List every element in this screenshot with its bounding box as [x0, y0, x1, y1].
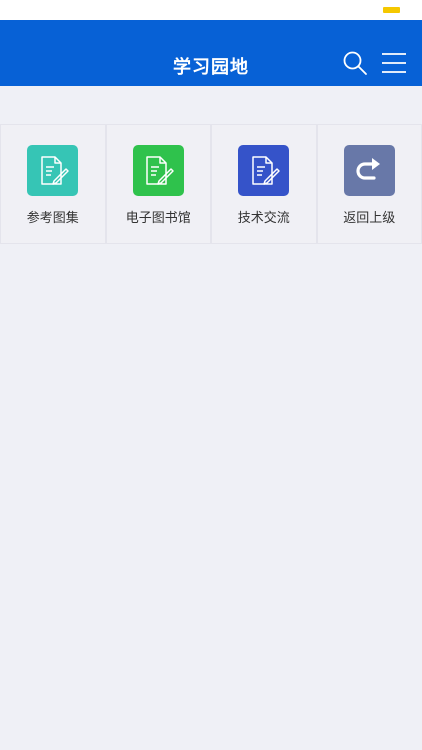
tile-label: 技术交流 [237, 211, 290, 226]
tile-label: 参考图集 [26, 211, 79, 226]
return-arrow-icon [356, 157, 381, 180]
tile-label: 返回上级 [343, 211, 396, 226]
shortcut-grid: 参考图集 电子图书馆 技术交流 返回上级 [0, 124, 422, 244]
tile-icon-bg [132, 145, 184, 196]
tile-icon-bg [238, 145, 290, 196]
tile-e-library[interactable]: 电子图书馆 [105, 124, 211, 244]
tile-reference-atlas[interactable]: 参考图集 [0, 124, 106, 244]
tile-label: 电子图书馆 [125, 211, 191, 226]
battery-icon [383, 7, 400, 13]
document-edit-icon [146, 155, 174, 185]
search-button[interactable] [342, 50, 368, 76]
document-edit-icon [252, 155, 280, 185]
menu-icon [382, 53, 406, 73]
search-icon [343, 51, 367, 75]
menu-button[interactable] [381, 51, 407, 75]
tile-tech-exchange[interactable]: 技术交流 [211, 124, 317, 244]
status-bar [0, 0, 422, 20]
tile-go-back[interactable]: 返回上级 [316, 124, 422, 244]
tile-icon-bg [343, 145, 395, 196]
tile-icon-bg [27, 145, 79, 196]
top-nav-bar: 学习园地 [0, 20, 422, 86]
document-edit-icon [41, 155, 69, 185]
